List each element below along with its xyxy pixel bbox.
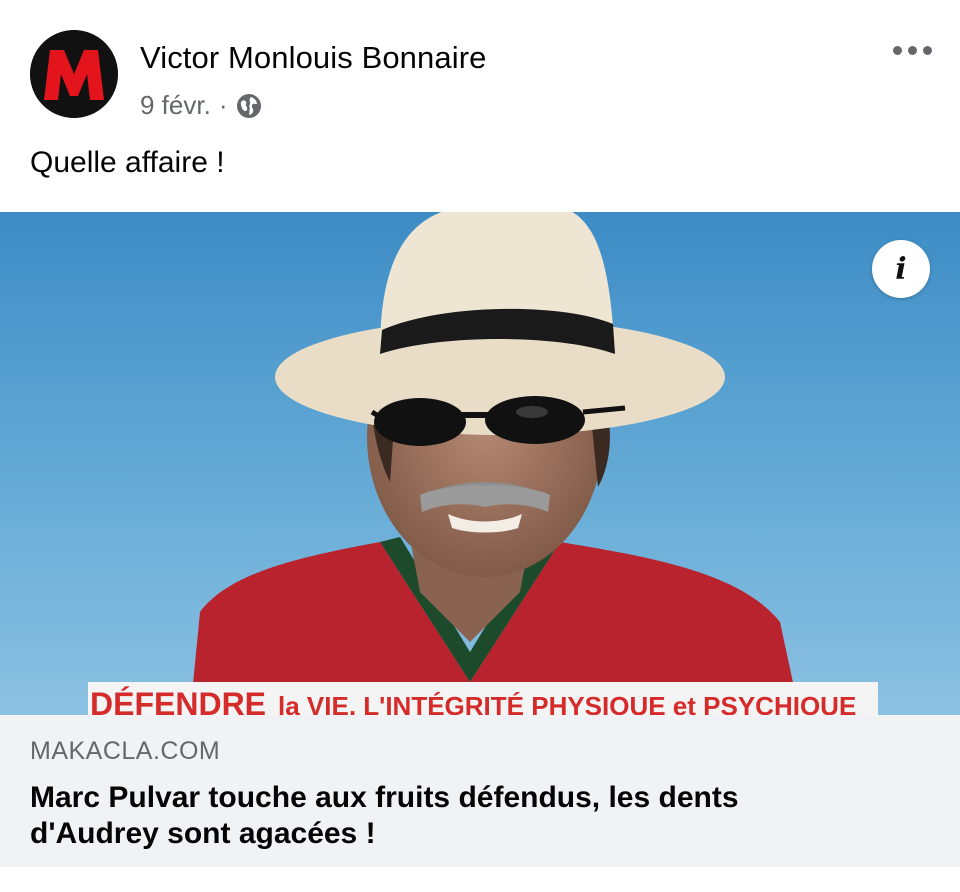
globe-icon (236, 93, 261, 118)
more-options-button[interactable] (890, 38, 934, 62)
post-caption: Quelle affaire ! (30, 146, 225, 179)
meta-separator: · (218, 90, 228, 120)
avatar[interactable] (30, 30, 118, 118)
info-icon: i (895, 251, 907, 287)
link-domain: MAKACLA.COM (30, 737, 221, 765)
facebook-post: Victor Monlouis Bonnaire 9 févr. · Quell… (0, 0, 960, 892)
more-options-icon-dot (907, 45, 917, 55)
banner-text-bold: DÉFENDRE (90, 686, 266, 715)
link-preview-image[interactable]: DÉFENDRE la VIE, L'INTÉGRITÉ PHYSIQUE et… (0, 212, 960, 715)
banner-text-rest: la VIE, L'INTÉGRITÉ PHYSIQUE et PSYCHIQU… (278, 691, 856, 715)
more-options-icon-dot (922, 45, 932, 55)
post-meta: 9 févr. · (140, 90, 262, 121)
link-preview-card[interactable]: MAKACLA.COM Marc Pulvar touche aux fruit… (0, 715, 960, 867)
link-headline: Marc Pulvar touche aux fruits défendus, … (30, 781, 739, 850)
post-bottom-spacer (0, 867, 960, 892)
post-date[interactable]: 9 févr. (140, 90, 211, 121)
makacla-logo-icon (30, 30, 118, 118)
more-options-icon (892, 45, 902, 55)
info-button[interactable]: i (872, 240, 930, 298)
portrait-photo: DÉFENDRE la VIE, L'INTÉGRITÉ PHYSIQUE et… (0, 212, 960, 715)
author-name[interactable]: Victor Monlouis Bonnaire (140, 40, 486, 76)
